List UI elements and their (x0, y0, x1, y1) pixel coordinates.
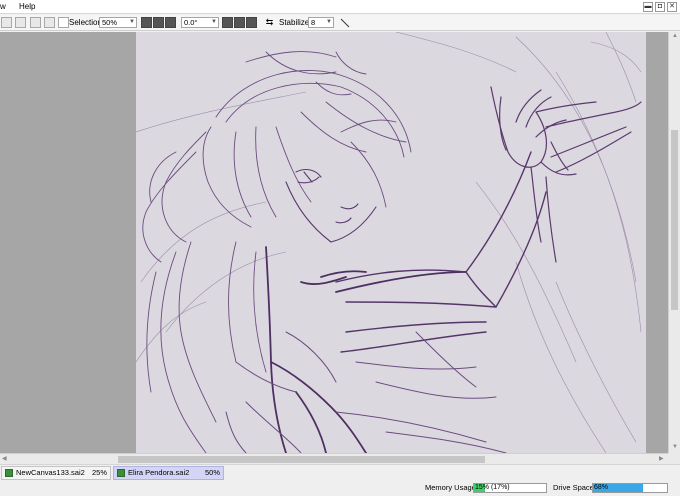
scroll-corner (668, 453, 680, 464)
minimize-button[interactable]: ▬ (643, 2, 653, 12)
deselect-icon[interactable] (30, 17, 41, 28)
chevron-down-icon: ▼ (326, 19, 332, 25)
zoom-reset-icon[interactable] (165, 17, 176, 28)
redo-icon[interactable] (15, 17, 26, 28)
file-icon (5, 469, 13, 477)
document-tab-bar: NewCanvas133.sai2 25% Elira Pendora.sai2… (0, 464, 680, 481)
invert-selection-icon[interactable] (44, 17, 55, 28)
memory-usage-label: Memory Usage (425, 483, 476, 492)
scroll-right-icon[interactable]: ▶ (659, 455, 664, 462)
stabilizer-select[interactable]: 8 ▼ (308, 17, 334, 28)
drive-space-value: 68% (594, 484, 609, 491)
undo-icon[interactable] (1, 17, 12, 28)
rotate-right-icon[interactable] (234, 17, 245, 28)
horizontal-scroll-thumb[interactable] (118, 456, 485, 463)
tab-name: NewCanvas133.sai2 (16, 468, 85, 477)
drawing-canvas[interactable] (136, 32, 646, 453)
memory-usage-value: 15% (17%) (475, 484, 510, 491)
menu-view[interactable]: w (0, 2, 6, 11)
rotation-reset-icon[interactable] (246, 17, 257, 28)
zoom-select[interactable]: 50% ▼ (99, 17, 137, 28)
restore-button[interactable]: ◘ (655, 2, 665, 12)
straight-line-icon[interactable] (340, 17, 350, 28)
scroll-left-icon[interactable]: ◀ (2, 455, 7, 462)
zoom-value: 50% (102, 18, 118, 27)
memory-usage-meter: 15% (17%) (473, 483, 547, 493)
drive-space-meter: 68% (592, 483, 668, 493)
toolbar: Selection 50% ▼ 0.0° ▼ ⇆ Stabilizer 8 ▼ (0, 15, 680, 31)
zoom-in-icon[interactable] (153, 17, 164, 28)
status-bar: Memory Usage 15% (17%) Drive Space 68% (0, 481, 680, 496)
menu-bar: w Help ▬ ◘ ✕ (0, 0, 680, 14)
vertical-scroll-thumb[interactable] (671, 130, 678, 310)
chevron-down-icon: ▼ (211, 19, 217, 25)
tab-zoom: 50% (204, 468, 220, 477)
rotation-value: 0.0° (184, 18, 198, 27)
rotation-select[interactable]: 0.0° ▼ (181, 17, 219, 28)
tab-zoom: 25% (91, 468, 107, 477)
zoom-out-icon[interactable] (141, 17, 152, 28)
sketch-artwork (136, 32, 642, 453)
close-button[interactable]: ✕ (667, 2, 677, 12)
flip-horizontal-icon[interactable]: ⇆ (264, 17, 275, 28)
rotate-left-icon[interactable] (222, 17, 233, 28)
tab-elira-pendora[interactable]: Elira Pendora.sai2 50% (113, 466, 224, 480)
chevron-down-icon: ▼ (129, 19, 135, 25)
tab-newcanvas133[interactable]: NewCanvas133.sai2 25% (1, 466, 111, 480)
horizontal-scrollbar[interactable]: ◀ ▶ (0, 453, 668, 464)
workspace (0, 32, 668, 453)
file-icon (117, 469, 125, 477)
vertical-scrollbar[interactable]: ▲ ▼ (668, 32, 680, 453)
stabilizer-label: Stabilizer (279, 18, 312, 27)
drive-space-label: Drive Space (553, 483, 594, 492)
scroll-down-icon[interactable]: ▼ (672, 444, 678, 450)
scroll-up-icon[interactable]: ▲ (672, 33, 678, 39)
show-selection-icon[interactable] (58, 17, 69, 28)
tab-name: Elira Pendora.sai2 (128, 468, 190, 477)
selection-label: Selection (69, 18, 102, 27)
menu-help[interactable]: Help (19, 2, 35, 11)
stabilizer-value: 8 (311, 18, 316, 27)
